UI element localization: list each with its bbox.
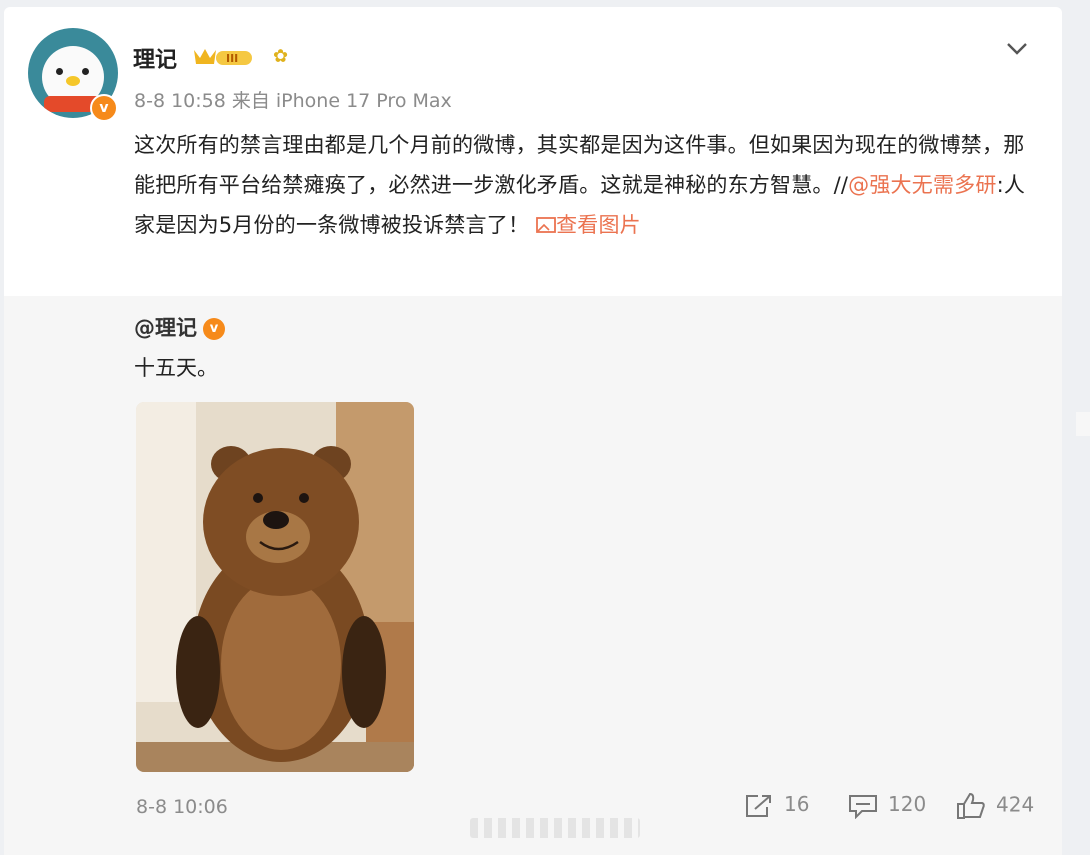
image-icon [536,217,556,233]
comment-count: 120 [888,792,927,816]
view-image-label: 查看图片 [556,213,641,237]
comment-action[interactable]: 120 [848,792,926,819]
thumbs-up-icon [957,792,985,819]
like-action[interactable]: 424 [956,792,1034,820]
repost-text: 十五天。 [134,356,218,380]
verified-badge-icon: v [90,94,118,122]
share-icon [746,794,771,817]
bear-illustration [136,402,414,772]
eye [82,68,89,75]
repost-action[interactable]: 16 [744,792,809,819]
chevron-down-icon[interactable] [1004,36,1030,60]
vip-crown-icon[interactable]: III [192,46,256,68]
comment-icon [849,794,877,819]
beak [66,76,80,86]
repost-username[interactable]: @理记 v [134,312,225,342]
repost-time: 8-8 10:06 [136,796,228,818]
eye [56,68,63,75]
blurred-watermark [470,818,640,838]
svg-text:III: III [226,52,238,65]
post-meta: 8-8 10:58 来自 iPhone 17 Pro Max [134,90,452,112]
flower-badge-icon[interactable]: ✿ [273,46,288,67]
username[interactable]: 理记 [133,42,177,74]
verified-badge-icon: v [203,318,225,340]
view-image-link[interactable]: 查看图片 [536,213,641,237]
bear-photo[interactable] [136,402,414,772]
like-count: 424 [996,792,1035,817]
mention-link[interactable]: @强大无需多研 [848,173,996,197]
post-text: 这次所有的禁言理由都是几个月前的微博，其实都是因为这件事。但如果因为现在的微博禁… [134,125,1034,245]
repost-user-label: @理记 [134,316,197,340]
repost-count: 16 [784,792,810,816]
side-strip [1076,412,1090,436]
